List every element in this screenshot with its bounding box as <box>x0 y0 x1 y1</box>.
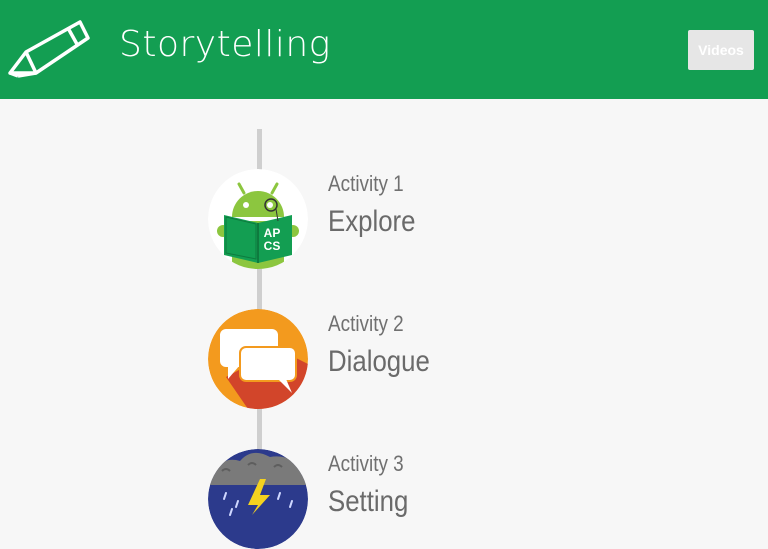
activity-item-2[interactable]: Activity 2 Dialogue <box>208 309 628 409</box>
activity-item-3[interactable]: Activity 3 Setting <box>208 449 628 549</box>
book-cover-text-bottom: CS <box>264 239 281 253</box>
activity-name[interactable]: Setting <box>328 485 408 519</box>
storm-cloud-icon[interactable] <box>208 449 308 549</box>
videos-button[interactable]: Videos <box>688 30 754 70</box>
pencil-icon <box>8 20 90 78</box>
activity-item-1[interactable]: AP CS Activity 1 Explore <box>208 169 628 269</box>
android-reading-book-icon[interactable]: AP CS <box>208 169 308 269</box>
activity-number: Activity 1 <box>328 171 404 196</box>
activity-number: Activity 2 <box>328 311 404 336</box>
page-title: Storytelling <box>119 24 331 65</box>
activity-name[interactable]: Dialogue <box>328 345 430 379</box>
activity-name[interactable]: Explore <box>328 205 415 239</box>
activity-number: Activity 3 <box>328 451 404 476</box>
book-cover-text-top: AP <box>264 226 281 240</box>
app-header: Storytelling Videos <box>0 0 768 99</box>
speech-bubbles-icon[interactable] <box>208 309 308 409</box>
